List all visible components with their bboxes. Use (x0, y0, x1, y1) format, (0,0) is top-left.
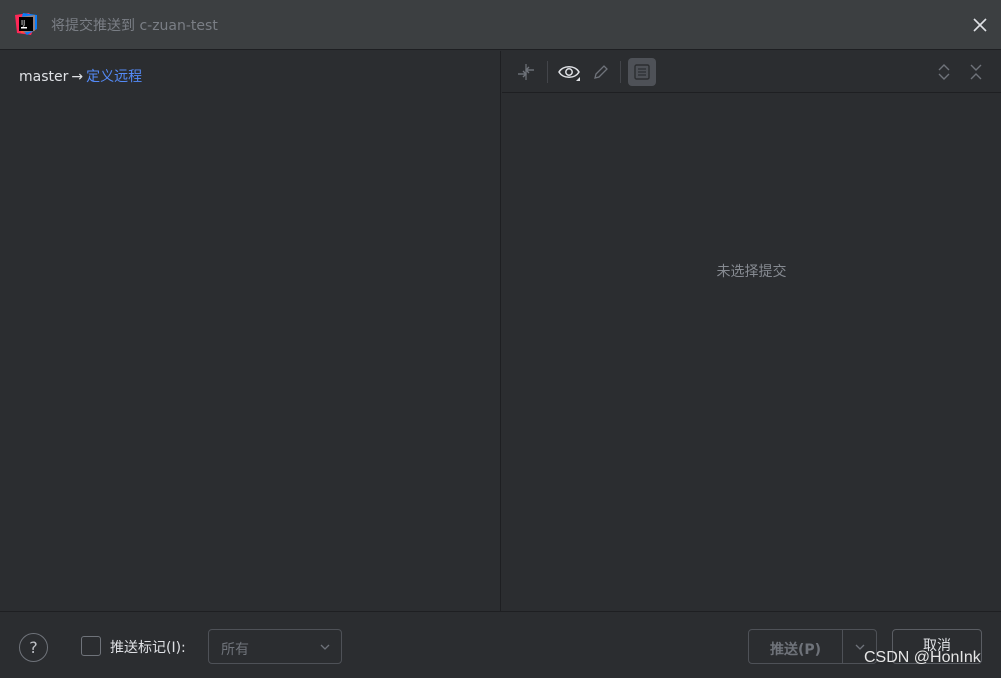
no-commit-selected-message: 未选择提交 (716, 264, 787, 280)
help-question-icon: ? (29, 638, 38, 657)
eye-icon[interactable] (557, 60, 581, 84)
intellij-idea-icon: IJ (15, 13, 37, 35)
push-button-divider (842, 630, 843, 663)
push-button-label: 推送(P) (769, 642, 822, 658)
tags-select-value: 所有 (221, 642, 249, 658)
expand-all-icon[interactable] (932, 60, 956, 84)
local-branch-name: master (19, 69, 69, 85)
push-direction-arrow: → (71, 69, 84, 85)
dialog-footer: ? 推送标记(I): 所有 推送(P) 取消 (0, 611, 1001, 678)
close-icon[interactable] (970, 15, 990, 35)
help-button[interactable]: ? (19, 633, 48, 662)
toolbar-separator (547, 61, 548, 83)
push-button[interactable]: 推送(P) (748, 629, 877, 664)
commits-pane: master → 定义远程 (0, 51, 501, 611)
compare-arrows-icon[interactable] (514, 60, 538, 84)
details-panel-icon[interactable] (628, 58, 656, 86)
svg-text:IJ: IJ (21, 19, 25, 27)
window-title: 将提交推送到 c-zuan-test (51, 18, 218, 34)
toolbar-separator (620, 61, 621, 83)
edit-pencil-icon[interactable] (589, 60, 613, 84)
chevron-down-icon (320, 644, 330, 650)
tags-select[interactable]: 所有 (208, 629, 342, 664)
details-pane: 未选择提交 (502, 51, 1001, 611)
title-bar: IJ 将提交推送到 c-zuan-test (0, 0, 1001, 50)
watermark: CSDN @HonInk (864, 649, 981, 666)
define-remote-link[interactable]: 定义远程 (86, 69, 142, 85)
push-tags-checkbox[interactable] (81, 636, 101, 656)
details-toolbar (502, 51, 1001, 93)
push-tags-label: 推送标记(I): (110, 640, 186, 656)
collapse-all-icon[interactable] (964, 60, 988, 84)
branch-row[interactable]: master → 定义远程 (19, 66, 142, 86)
